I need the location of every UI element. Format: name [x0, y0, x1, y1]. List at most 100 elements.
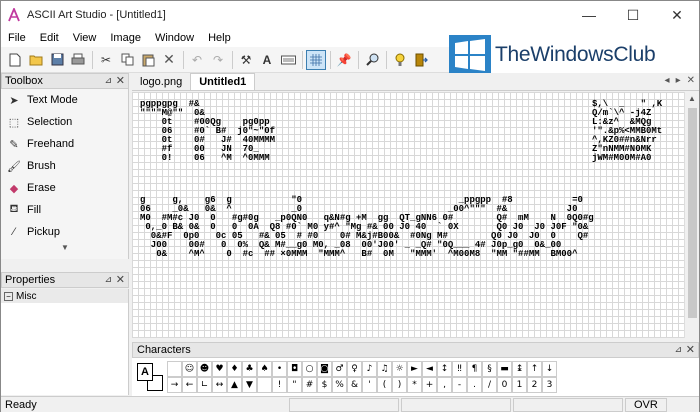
undo-icon[interactable]: ↶: [187, 50, 207, 70]
character-cell[interactable]: 0: [497, 377, 512, 393]
tool-erase[interactable]: ◆ Erase: [1, 177, 128, 199]
pin-panel-icon[interactable]: ⊿: [104, 274, 112, 285]
character-cell[interactable]: ): [392, 377, 407, 393]
character-cell[interactable]: *: [407, 377, 422, 393]
character-cell[interactable]: ←: [182, 377, 197, 393]
character-cell[interactable]: 1: [512, 377, 527, 393]
character-cell[interactable]: ¶: [467, 361, 482, 377]
character-cell[interactable]: ♀: [347, 361, 362, 377]
character-cell[interactable]: %: [332, 377, 347, 393]
scroll-up-icon[interactable]: ▲: [685, 92, 699, 106]
menu-view[interactable]: View: [66, 32, 104, 44]
delete-icon[interactable]: ✕: [159, 50, 179, 70]
character-cell[interactable]: →: [167, 377, 182, 393]
zoom-icon[interactable]: [362, 50, 382, 70]
copy-icon[interactable]: [117, 50, 137, 70]
close-panel-icon[interactable]: ✕: [686, 343, 695, 356]
character-cell[interactable]: ↨: [512, 361, 527, 377]
close-button[interactable]: ✕: [655, 1, 699, 29]
toolbox-more-icon[interactable]: ▼: [1, 243, 129, 253]
grid-icon[interactable]: [306, 49, 326, 70]
tool-pickup[interactable]: ⁄ Pickup: [1, 221, 128, 243]
character-cell[interactable]: 2: [527, 377, 542, 393]
character-cell[interactable]: +: [422, 377, 437, 393]
character-cell[interactable]: ,: [437, 377, 452, 393]
close-panel-icon[interactable]: ✕: [116, 273, 125, 286]
tool-brush[interactable]: 🖌 Brush: [1, 155, 128, 177]
character-cell[interactable]: ": [287, 377, 302, 393]
tool-selection[interactable]: ⬚ Selection: [1, 111, 128, 133]
menu-help[interactable]: Help: [201, 32, 238, 44]
character-cell[interactable]: [257, 377, 272, 393]
redo-icon[interactable]: ↷: [208, 50, 228, 70]
print-icon[interactable]: [68, 50, 88, 70]
character-cell[interactable]: ☻: [197, 361, 212, 377]
menu-image[interactable]: Image: [103, 32, 148, 44]
character-cell[interactable]: •: [272, 361, 287, 377]
ascii-canvas[interactable]: pgppgpg #& """"M@"" 0& 0t #00Qg pg0pp 06…: [132, 92, 684, 338]
character-cell[interactable]: ↔: [212, 377, 227, 393]
paste-icon[interactable]: [138, 50, 158, 70]
foreground-char[interactable]: A: [137, 363, 153, 381]
character-cell[interactable]: 3: [542, 377, 557, 393]
keyboard-icon[interactable]: [278, 50, 298, 70]
collapse-icon[interactable]: −: [4, 291, 13, 301]
hint-icon[interactable]: [390, 50, 410, 70]
character-cell[interactable]: $: [317, 377, 332, 393]
character-cell[interactable]: #: [302, 377, 317, 393]
character-cell[interactable]: ': [362, 377, 377, 393]
close-panel-icon[interactable]: ✕: [116, 74, 125, 87]
character-cell[interactable]: ▬: [497, 361, 512, 377]
tool-freehand[interactable]: ✎ Freehand: [1, 133, 128, 155]
character-cell[interactable]: ♣: [242, 361, 257, 377]
character-cell[interactable]: ♥: [212, 361, 227, 377]
character-cell[interactable]: ↕: [437, 361, 452, 377]
character-cell[interactable]: [167, 361, 182, 377]
character-cell[interactable]: ◄: [422, 361, 437, 377]
character-cell[interactable]: ♪: [362, 361, 377, 377]
character-cell[interactable]: ↓: [542, 361, 557, 377]
color-swatch[interactable]: A: [137, 363, 165, 393]
character-cell[interactable]: ↑: [527, 361, 542, 377]
open-folder-icon[interactable]: [26, 50, 46, 70]
text-icon[interactable]: A: [257, 50, 277, 70]
property-group-misc[interactable]: − Misc: [1, 289, 128, 303]
new-file-icon[interactable]: [5, 50, 25, 70]
character-cell[interactable]: -: [452, 377, 467, 393]
character-cell[interactable]: ‼: [452, 361, 467, 377]
character-cell[interactable]: ○: [302, 361, 317, 377]
tool-text-mode[interactable]: ➤ Text Mode: [1, 89, 128, 111]
tools-icon[interactable]: ⚒: [236, 50, 256, 70]
pin-panel-icon[interactable]: ⊿: [104, 75, 112, 86]
character-cell[interactable]: (: [377, 377, 392, 393]
maximize-button[interactable]: ☐: [611, 1, 655, 29]
character-cell[interactable]: ▲: [227, 377, 242, 393]
menu-file[interactable]: File: [1, 32, 33, 44]
character-cell[interactable]: ♂: [332, 361, 347, 377]
tab-logo-png[interactable]: logo.png: [132, 73, 190, 90]
pin-icon[interactable]: 📌: [334, 50, 354, 70]
menu-window[interactable]: Window: [148, 32, 201, 44]
character-cell[interactable]: ◙: [317, 361, 332, 377]
menu-edit[interactable]: Edit: [33, 32, 66, 44]
tab-close-icon[interactable]: ✕: [687, 75, 695, 86]
character-cell[interactable]: !: [272, 377, 287, 393]
tool-fill[interactable]: ⛾ Fill: [1, 199, 128, 221]
character-cell[interactable]: /: [482, 377, 497, 393]
character-cell[interactable]: ▼: [242, 377, 257, 393]
character-cell[interactable]: ♠: [257, 361, 272, 377]
minimize-button[interactable]: —: [567, 1, 611, 29]
character-cell[interactable]: ►: [407, 361, 422, 377]
vertical-scrollbar[interactable]: ▲: [684, 92, 699, 338]
character-cell[interactable]: §: [482, 361, 497, 377]
pin-panel-icon[interactable]: ⊿: [674, 344, 682, 355]
character-cell[interactable]: ♦: [227, 361, 242, 377]
scroll-thumb[interactable]: [688, 108, 697, 318]
exit-icon[interactable]: [411, 50, 431, 70]
character-cell[interactable]: ☺: [182, 361, 197, 377]
character-cell[interactable]: &: [347, 377, 362, 393]
character-cell[interactable]: ∟: [197, 377, 212, 393]
character-cell[interactable]: ♫: [377, 361, 392, 377]
tab-untitled1[interactable]: Untitled1: [190, 73, 256, 90]
character-cell[interactable]: ◘: [287, 361, 302, 377]
